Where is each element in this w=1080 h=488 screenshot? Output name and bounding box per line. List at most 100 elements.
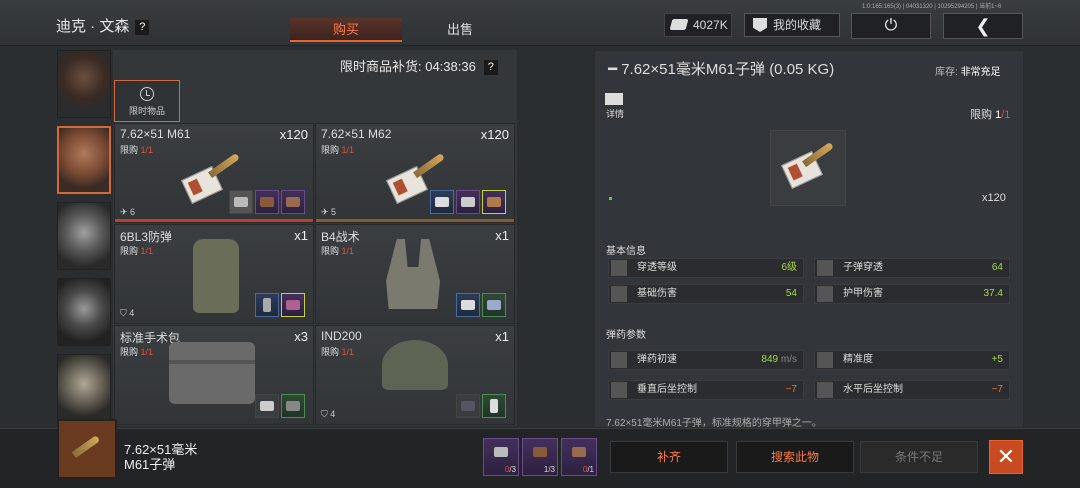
requirement-slot[interactable] bbox=[456, 190, 480, 214]
status-dot bbox=[609, 197, 612, 200]
trader-portrait-4[interactable] bbox=[57, 278, 111, 346]
requirement-slot[interactable] bbox=[456, 293, 480, 317]
stat-base-damage: 基础伤害 54 bbox=[608, 284, 804, 304]
material-icon bbox=[286, 300, 300, 310]
requirement-slot[interactable] bbox=[482, 293, 506, 317]
ammo-params-heading: 弹药参数 bbox=[606, 330, 646, 341]
trader-portrait-5[interactable] bbox=[57, 354, 111, 420]
requirement-slot[interactable] bbox=[255, 293, 279, 317]
details-label[interactable]: 详情 bbox=[606, 107, 624, 120]
item-name: 7.62×51 M61 bbox=[120, 127, 191, 141]
item-name: 6BL3防弹 bbox=[120, 230, 173, 244]
basic-info-heading: 基本信息 bbox=[606, 246, 646, 257]
material-icon bbox=[572, 447, 586, 457]
material-icon bbox=[435, 197, 449, 207]
goods-item-m62[interactable]: 7.62×51 M62 限购 1/1 x120 ✈ 5 bbox=[315, 123, 515, 223]
bullet-penetration-icon bbox=[817, 260, 833, 276]
help-button[interactable]: ? bbox=[135, 19, 150, 35]
requirement-slot[interactable] bbox=[281, 394, 305, 418]
selected-item-name-line1: 7.62×51毫米 bbox=[124, 442, 198, 457]
requirement-slot[interactable] bbox=[281, 190, 305, 214]
goods-item-b4[interactable]: B4战术 限购 1/1 x1 bbox=[315, 224, 515, 324]
item-preview bbox=[770, 130, 846, 206]
item-bar bbox=[316, 219, 514, 222]
search-item-button[interactable]: 搜索此物 bbox=[736, 441, 854, 473]
requirement-slot[interactable] bbox=[281, 293, 305, 317]
details-icon[interactable] bbox=[605, 93, 623, 105]
item-description: 7.62×51毫米M61子弹，标准规格的穿甲弹之一。 bbox=[606, 418, 822, 429]
tab-buy[interactable]: 购买 bbox=[290, 18, 402, 42]
clock-icon bbox=[140, 87, 154, 101]
item-detail-panel bbox=[594, 50, 1024, 428]
trader-portrait-2[interactable] bbox=[57, 126, 111, 194]
material-icon bbox=[461, 300, 475, 310]
body-armor-icon bbox=[193, 239, 239, 313]
replenish-button[interactable]: 补齐 bbox=[610, 441, 728, 473]
trader-portrait-3[interactable] bbox=[57, 202, 111, 270]
velocity-icon bbox=[611, 352, 627, 368]
close-button[interactable]: ✕ bbox=[989, 440, 1023, 474]
item-name: B4战术 bbox=[321, 230, 360, 244]
bullet-icon bbox=[413, 152, 445, 179]
item-stat: ✈ 5 bbox=[321, 207, 337, 217]
back-button[interactable]: ❮ bbox=[943, 13, 1023, 39]
requirement-slot[interactable] bbox=[229, 190, 253, 214]
requirement-slot[interactable] bbox=[255, 394, 279, 418]
trader-portrait-1[interactable] bbox=[57, 50, 111, 118]
item-name: IND200 bbox=[321, 329, 362, 343]
penetration-icon bbox=[611, 260, 627, 276]
material-icon bbox=[263, 298, 271, 312]
requirement-material-3[interactable]: 0/1 bbox=[561, 438, 597, 476]
item-quantity: x1 bbox=[495, 329, 509, 344]
stat-vertical-recoil: 垂直后坐控制 −7 bbox=[608, 380, 804, 400]
material-icon bbox=[260, 401, 274, 411]
material-icon bbox=[487, 300, 501, 310]
requirement-material-2[interactable]: 1/3 bbox=[522, 438, 558, 476]
bullet-icon bbox=[208, 152, 240, 179]
favorites-button[interactable]: 我的收藏 bbox=[744, 13, 840, 37]
accuracy-icon bbox=[817, 352, 833, 368]
requirement-count: 0/3 bbox=[504, 465, 516, 474]
item-limit: 限购 1/1 bbox=[321, 347, 355, 357]
requirement-slot[interactable] bbox=[255, 190, 279, 214]
restock-help-button[interactable]: ? bbox=[483, 60, 498, 76]
horizontal-recoil-icon bbox=[817, 382, 833, 398]
item-quantity: x120 bbox=[279, 127, 308, 142]
requirement-slot[interactable] bbox=[456, 394, 480, 418]
selected-item-thumbnail bbox=[57, 419, 117, 479]
requirement-material-1[interactable]: 0/3 bbox=[483, 438, 519, 476]
goods-item-surgical-kit[interactable]: 标准手术包 限购 1/1 x3 bbox=[114, 325, 314, 425]
condition-not-met-button[interactable]: 条件不足 bbox=[860, 441, 978, 473]
goods-item-ind200[interactable]: IND200 限购 1/1 x1 ⛉ 4 bbox=[315, 325, 515, 425]
item-title: ━ 7.62×51毫米M61子弹 (0.05 KG) bbox=[608, 61, 835, 78]
material-icon bbox=[234, 197, 248, 207]
requirement-slot[interactable] bbox=[482, 190, 506, 214]
chest-rig-icon bbox=[386, 239, 440, 309]
stat-armor-damage: 护甲伤害 37.4 bbox=[814, 284, 1010, 304]
material-icon bbox=[461, 401, 475, 411]
money-display: 4027K bbox=[664, 13, 732, 37]
bullet-icon: ━ bbox=[608, 61, 622, 78]
item-limit: 限购 1/1 bbox=[120, 347, 154, 357]
limited-goods-label: 限时物品 bbox=[128, 106, 165, 116]
requirement-slot[interactable] bbox=[430, 190, 454, 214]
power-button[interactable]: ⏻ bbox=[851, 13, 931, 39]
avatar bbox=[58, 355, 110, 419]
item-quantity: x3 bbox=[294, 329, 308, 344]
bullet-icon bbox=[71, 435, 101, 458]
tab-sell[interactable]: 出售 bbox=[404, 18, 516, 42]
goods-item-6bl3[interactable]: 6BL3防弹 限购 1/1 x1 ⛉ 4 bbox=[114, 224, 314, 324]
item-limit: 限购 1/1 bbox=[120, 246, 154, 256]
limited-goods-button[interactable]: 限时物品 bbox=[114, 80, 180, 122]
material-icon bbox=[286, 401, 300, 411]
item-stat: ⛉ 4 bbox=[120, 308, 135, 318]
item-stat: ✈ 6 bbox=[120, 207, 136, 217]
material-icon bbox=[533, 447, 547, 457]
purchase-limit: 限购 1/1 bbox=[970, 109, 1011, 121]
material-icon bbox=[490, 399, 498, 413]
power-icon: ⏻ bbox=[884, 17, 898, 34]
stat-bullet-penetration: 子弹穿透 64 bbox=[814, 258, 1010, 278]
avatar bbox=[58, 51, 110, 117]
requirement-slot[interactable] bbox=[482, 394, 506, 418]
goods-item-m61[interactable]: 7.62×51 M61 限购 1/1 x120 ✈ 6 bbox=[114, 123, 314, 223]
